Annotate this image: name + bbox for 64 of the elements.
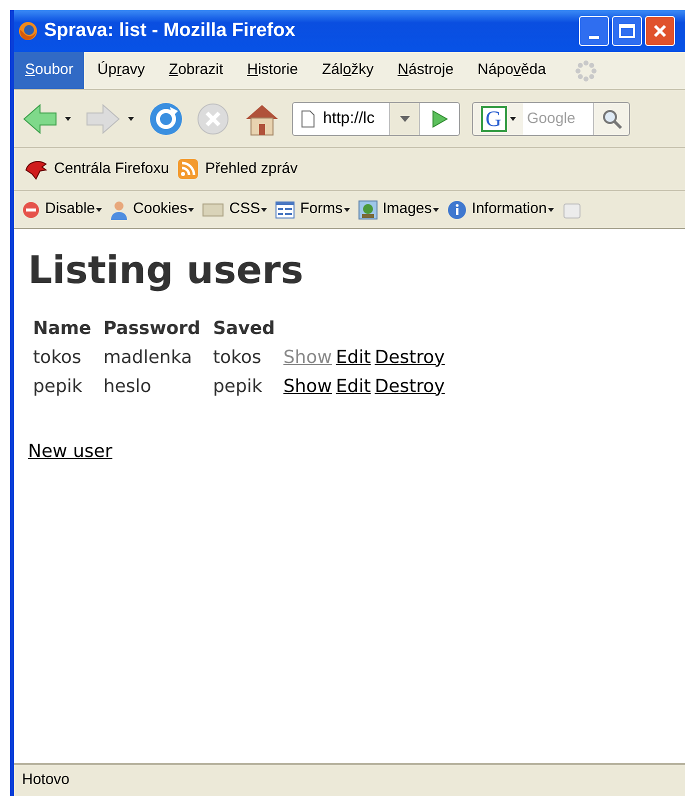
menu-item[interactable]: Historie — [236, 52, 309, 89]
table-cell-text: tokos — [212, 346, 262, 370]
address-field[interactable]: http://lc — [292, 102, 460, 136]
table-link[interactable]: Edit — [336, 376, 371, 396]
page-heading: Listing users — [28, 247, 304, 294]
reload-icon[interactable] — [148, 100, 184, 136]
form-icon — [275, 200, 296, 218]
column-header: Name — [33, 316, 92, 340]
bookmark-item[interactable]: Centrála Firefoxu — [24, 158, 170, 180]
throbber-icon — [574, 60, 597, 82]
browser-logo-icon — [18, 21, 38, 41]
search-input[interactable]: Google — [523, 102, 593, 134]
page-icon — [301, 110, 315, 128]
column-header: Password — [103, 316, 202, 340]
status-text: Hotovo — [22, 770, 70, 790]
menu-item[interactable]: Soubor — [14, 52, 84, 89]
close-button[interactable] — [645, 16, 675, 46]
toolbar-menu-button[interactable]: Images — [358, 198, 439, 221]
dropdown-caret-icon[interactable] — [432, 208, 439, 212]
table-cell-text: madlenka — [103, 346, 193, 370]
menu-item[interactable]: Zobrazit — [158, 52, 234, 89]
toolbar-menu-button[interactable]: Disable — [22, 198, 102, 221]
table-cell-text: heslo — [103, 374, 152, 398]
dropdown-caret-icon[interactable] — [548, 208, 554, 212]
table-cell-text: pepik — [212, 374, 264, 398]
stop-icon — [22, 200, 40, 218]
back-arrow-icon[interactable] — [22, 102, 58, 134]
toolbar-menu-button[interactable]: Information — [446, 198, 554, 221]
menu-item[interactable]: Úpravy — [86, 52, 156, 89]
maximize-button[interactable] — [612, 16, 642, 46]
table-cell-text: pepik — [33, 374, 84, 398]
dropdown-caret-icon[interactable] — [510, 116, 516, 120]
info-icon — [446, 200, 467, 220]
toolbar-menu-button[interactable]: CSS — [202, 198, 268, 221]
go-arrow-icon[interactable] — [432, 110, 448, 128]
minimize-button[interactable] — [579, 16, 609, 46]
dropdown-caret-icon[interactable] — [261, 208, 268, 212]
dropdown-caret-icon[interactable] — [128, 116, 134, 120]
dropdown-caret-icon[interactable] — [96, 208, 102, 212]
toolbar-menu-button[interactable]: Forms — [275, 198, 350, 221]
dropdown-caret-icon[interactable] — [65, 116, 71, 120]
menu-item[interactable]: Záložky — [310, 52, 385, 89]
close-icon — [652, 23, 668, 39]
dropdown-caret-icon[interactable] — [344, 208, 350, 212]
person-icon — [110, 200, 128, 220]
stylesheet-icon — [202, 202, 224, 218]
table-link[interactable]: Destroy — [374, 376, 445, 396]
column-header: Saved — [212, 316, 276, 340]
new-user-link[interactable]: New user — [28, 438, 112, 464]
search-icon[interactable] — [600, 108, 622, 130]
dropdown-caret-icon[interactable] — [188, 208, 194, 212]
search-field[interactable]: G Google — [472, 102, 630, 136]
table-cell-text: tokos — [33, 346, 82, 370]
feed-icon — [177, 158, 200, 180]
window-title: Sprava: list - Mozilla Firefox — [44, 18, 296, 43]
table-link[interactable]: Show — [283, 376, 332, 396]
search-engine-icon[interactable]: G — [480, 106, 506, 132]
menu-item[interactable]: Nástroje — [386, 52, 465, 89]
menu-item[interactable]: Nápověda — [466, 52, 557, 89]
table-link[interactable]: Edit — [336, 346, 371, 368]
table-link[interactable]: Destroy — [374, 346, 445, 368]
bookmark-item[interactable]: Přehled zpráv — [177, 158, 298, 180]
toolbar-menu-button[interactable]: Cookies — [110, 198, 194, 221]
image-icon — [358, 200, 378, 220]
